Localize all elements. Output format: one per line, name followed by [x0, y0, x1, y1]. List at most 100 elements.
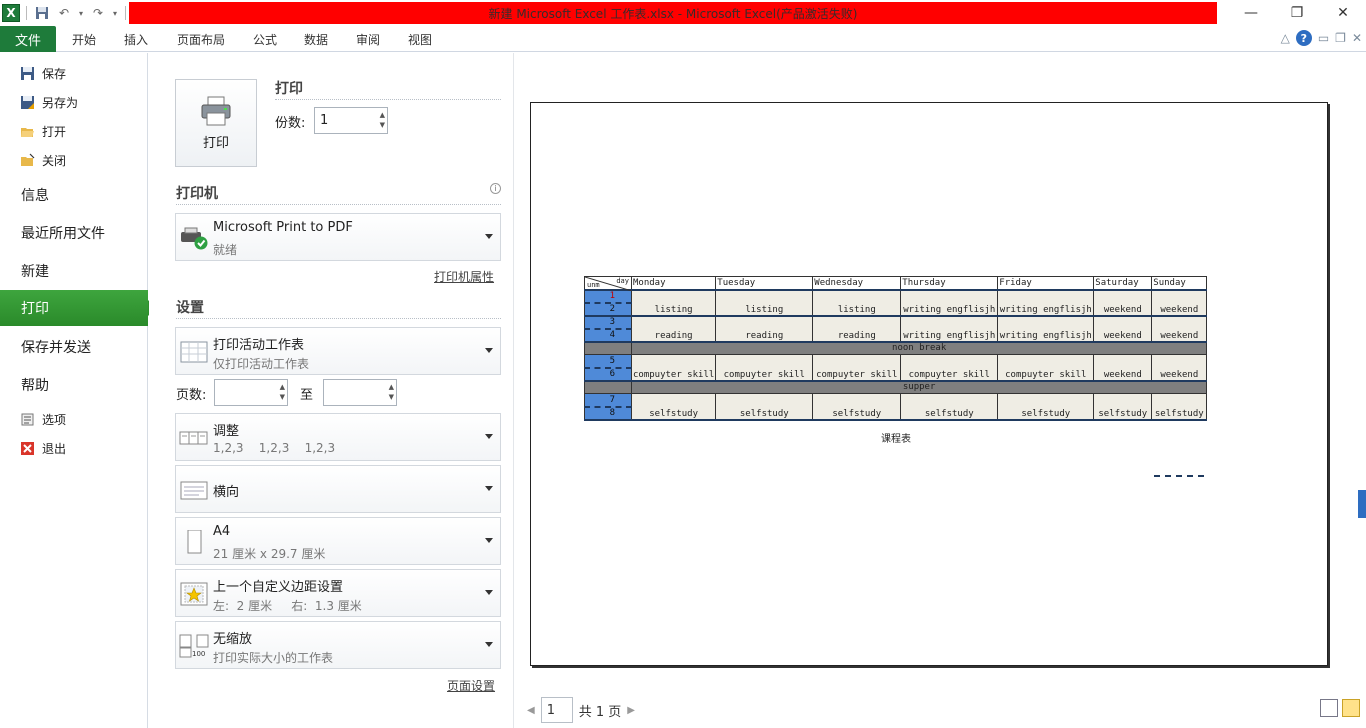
copies-label: 份数:	[275, 116, 306, 131]
landscape-icon	[180, 481, 208, 500]
tab-view[interactable]: 视图	[408, 26, 432, 52]
lesson-cell: writing engflisjh	[900, 315, 999, 343]
redo-dropdown-icon[interactable]: ▾	[111, 4, 119, 22]
qat-separator	[125, 6, 126, 20]
nav-close[interactable]: 关闭	[20, 148, 66, 172]
period-num-cell: 1	[584, 289, 632, 304]
restore-button[interactable]: ❐	[1274, 0, 1320, 26]
prev-page-icon[interactable]: ◀	[527, 705, 535, 716]
tab-formulas[interactable]: 公式	[253, 26, 277, 52]
divider	[176, 318, 501, 319]
lesson-cell: weekend	[1151, 289, 1208, 317]
nav-help[interactable]: 帮助	[21, 370, 49, 400]
stepper-arrows-icon[interactable]: ▲ ▼	[389, 382, 394, 402]
period-num-cell: 5	[584, 354, 632, 369]
info-icon[interactable]: i	[490, 183, 501, 194]
nav-save-as[interactable]: 另存为	[20, 90, 78, 114]
printer-select[interactable]: Microsoft Print to PDF 就绪	[175, 213, 501, 261]
tab-insert[interactable]: 插入	[124, 26, 148, 52]
lesson-cell: compuyter skill	[715, 354, 814, 382]
show-margins-button[interactable]	[1320, 699, 1338, 717]
open-folder-icon	[21, 127, 34, 137]
close-button[interactable]: ✕	[1320, 0, 1366, 26]
nav-open[interactable]: 打开	[20, 119, 66, 143]
pages-to-input[interactable]: ▲ ▼	[323, 379, 397, 406]
nav-save-send[interactable]: 保存并发送	[21, 332, 91, 362]
lesson-cell: reading	[715, 315, 814, 343]
printer-status: 就绪	[213, 243, 238, 257]
current-page-input[interactable]: 1	[540, 697, 573, 723]
pages-from-input[interactable]: ▲ ▼	[214, 379, 288, 406]
nav-print[interactable]: 打印	[0, 290, 156, 326]
chevron-down-icon	[485, 234, 493, 239]
minimize-button[interactable]: —	[1228, 0, 1274, 26]
nav-new[interactable]: 新建	[21, 256, 49, 286]
view-toggle-group	[1320, 699, 1360, 717]
lesson-cell: listing	[812, 289, 902, 317]
lesson-cell: reading	[812, 315, 902, 343]
scaling-sub: 打印实际大小的工作表	[213, 651, 334, 665]
excel-logo-icon[interactable]: X	[2, 4, 20, 22]
schedule-row: 1 listing listing listing writing engflisjh w…	[584, 289, 1208, 317]
workbook-restore-icon[interactable]: ❐	[1335, 31, 1346, 45]
lesson-cell: selfstudy	[630, 393, 717, 421]
printer-properties-link[interactable]: 打印机属性	[434, 268, 494, 285]
schedule-header-row: day unm Monday Tuesday Wednesday Thursday Frid…	[584, 276, 1208, 291]
print-button[interactable]: 打印	[175, 79, 257, 167]
tab-file[interactable]: 文件	[0, 26, 56, 52]
tab-data[interactable]: 数据	[304, 26, 328, 52]
lesson-cell: writing engflisjh	[997, 289, 1095, 317]
paper-size-select[interactable]: A4 21 厘米 x 29.7 厘米	[175, 517, 501, 565]
tab-page-layout[interactable]: 页面布局	[177, 26, 225, 52]
chevron-down-icon	[485, 486, 493, 491]
zoom-to-page-button[interactable]	[1342, 699, 1360, 717]
day-header: Saturday	[1093, 276, 1153, 291]
period-num-cell: 8	[584, 406, 632, 421]
print-scope-select[interactable]: 打印活动工作表 仅打印活动工作表	[175, 327, 501, 375]
chevron-down-icon	[485, 434, 493, 439]
copies-stepper[interactable]: 1 ▲ ▼	[314, 107, 388, 134]
scope-title: 打印活动工作表	[213, 338, 305, 353]
undo-icon[interactable]: ↶	[55, 4, 73, 22]
margins-select[interactable]: 上一个自定义边距设置 左: 2 厘米 右: 1.3 厘米	[175, 569, 501, 617]
lesson-cell: compuyter skill	[812, 354, 902, 382]
print-heading: 打印	[275, 81, 303, 97]
window-title: 新建 Microsoft Excel 工作表.xlsx - Microsoft …	[129, 2, 1217, 24]
lesson-cell: selfstudy	[715, 393, 814, 421]
options-icon	[21, 413, 34, 425]
corner-cell: day unm	[584, 276, 632, 291]
lesson-cell: compuyter skill	[997, 354, 1095, 382]
nav-options[interactable]: 选项	[20, 407, 66, 431]
period-num-cell: 6	[584, 367, 632, 382]
no-scaling-icon: 100	[179, 634, 209, 658]
nav-save[interactable]: 保存	[20, 61, 66, 85]
nav-info[interactable]: 信息	[21, 180, 49, 210]
period-num-cell: 3	[584, 315, 632, 330]
stepper-arrows-icon[interactable]: ▲ ▼	[380, 110, 385, 130]
workbook-close-icon[interactable]: ✕	[1352, 31, 1362, 45]
scroll-edge-marker[interactable]	[1358, 490, 1366, 518]
workbook-minimize-icon[interactable]: ▭	[1318, 31, 1329, 45]
redo-icon[interactable]: ↷	[89, 4, 107, 22]
help-icon[interactable]: ?	[1295, 30, 1312, 46]
minimize-ribbon-icon[interactable]: △	[1281, 31, 1290, 45]
nav-exit[interactable]: 退出	[20, 436, 66, 460]
next-page-icon[interactable]: ▶	[627, 705, 635, 716]
chevron-down-icon	[485, 590, 493, 595]
orientation-select[interactable]: 横向	[175, 465, 501, 513]
lesson-cell: compuyter skill	[900, 354, 999, 382]
chevron-down-icon	[485, 538, 493, 543]
undo-dropdown-icon[interactable]: ▾	[77, 4, 85, 22]
tab-review[interactable]: 审阅	[356, 26, 380, 52]
paper-title: A4	[213, 524, 231, 539]
page-setup-link[interactable]: 页面设置	[447, 677, 495, 694]
stepper-arrows-icon[interactable]: ▲ ▼	[280, 382, 285, 402]
scaling-select[interactable]: 100 无缩放 打印实际大小的工作表	[175, 621, 501, 669]
save-icon[interactable]	[33, 4, 51, 22]
margins-sub: 左: 2 厘米 右: 1.3 厘米	[213, 599, 362, 613]
scaling-title: 无缩放	[213, 632, 253, 647]
collate-select[interactable]: 调整 1,2,3 1,2,3 1,2,3	[175, 413, 501, 461]
ribbon-tab-bar: 文件 开始 插入 页面布局 公式 数据 审阅 视图 △ ? ▭ ❐ ✕	[0, 26, 1366, 52]
tab-home[interactable]: 开始	[72, 26, 96, 52]
nav-recent[interactable]: 最近所用文件	[21, 218, 105, 248]
